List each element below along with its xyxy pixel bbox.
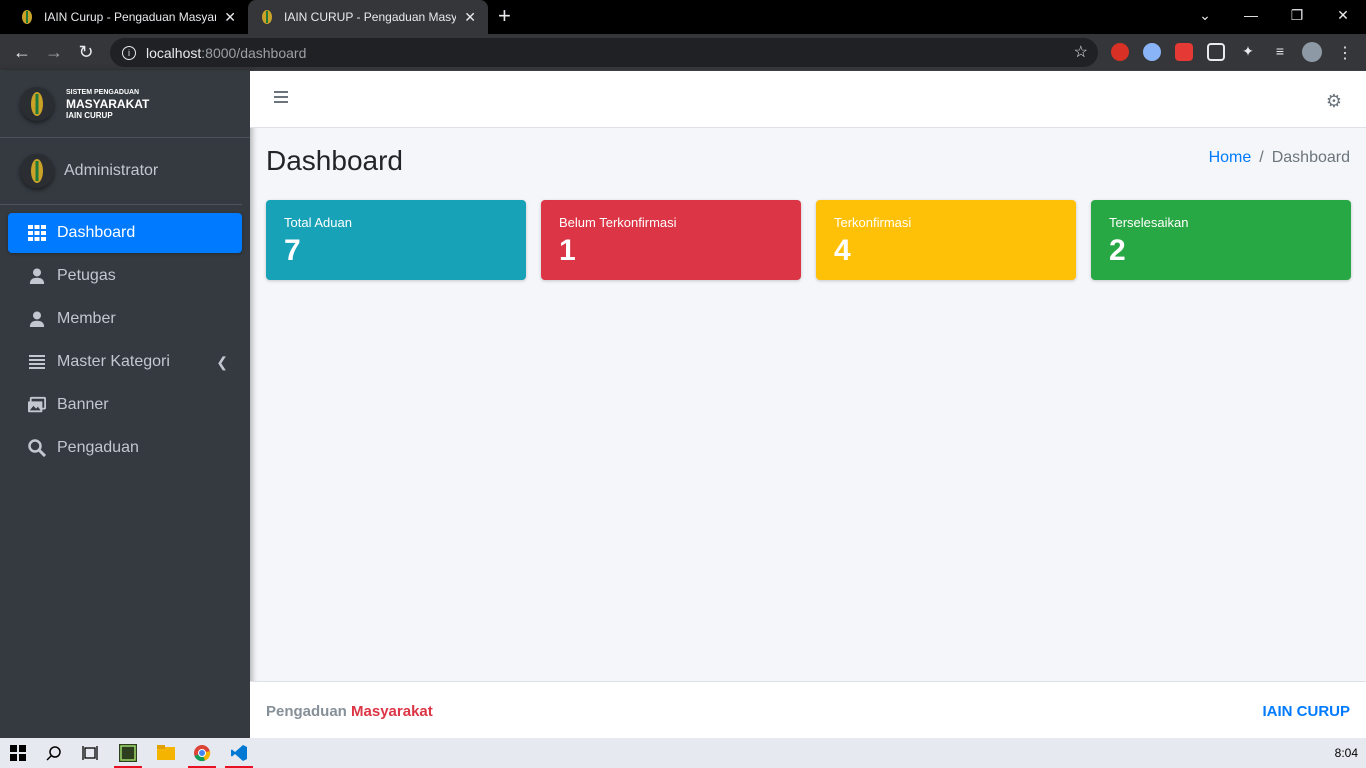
vscode-icon[interactable] [221, 738, 257, 768]
restore-icon[interactable]: ❐ [1274, 0, 1320, 30]
extension-adblock-icon[interactable] [1111, 43, 1129, 61]
card-label: Terkonfirmasi [834, 215, 912, 230]
card-total-aduan[interactable]: Total Aduan 7 [266, 200, 526, 280]
top-navbar: ⚙ [250, 71, 1366, 128]
browser-tab-2[interactable]: IAIN CURUP - Pengaduan Masyar ✕ [248, 0, 488, 34]
extension-video-icon[interactable] [1175, 43, 1193, 61]
sidebar-item-label: Pengaduan [57, 439, 139, 456]
brand-line-1: SISTEM PENGADUAN [66, 88, 140, 96]
sidebar-item-label: Member [57, 310, 116, 327]
brand[interactable]: SISTEM PENGADUAN MASYARAKAT IAIN CURUP [0, 71, 250, 138]
images-icon [28, 396, 46, 414]
gear-icon[interactable]: ⚙ [1326, 91, 1342, 112]
forward-icon[interactable]: → [42, 40, 66, 64]
search-icon [28, 439, 46, 457]
chrome-icon[interactable] [184, 738, 220, 768]
user-icon [28, 310, 46, 328]
brand-line-3: IAIN CURUP [66, 110, 113, 120]
bookmark-star-icon[interactable]: ☆ [1074, 42, 1088, 62]
favicon-icon [20, 9, 34, 25]
url-path: :8000/dashboard [201, 44, 307, 61]
profile-avatar[interactable] [1302, 42, 1322, 62]
brand-line-2: MASYARAKAT [66, 96, 150, 111]
footer-right[interactable]: IAIN CURUP [1262, 703, 1350, 720]
sidebar-item-petugas[interactable]: Petugas [8, 256, 242, 296]
breadcrumb: Home / Dashboard [1209, 149, 1350, 167]
brand-logo [20, 87, 54, 121]
browser-chrome: IAIN Curup - Pengaduan Masyara ✕ IAIN CU… [0, 0, 1366, 71]
tab-title: IAIN CURUP - Pengaduan Masyar [284, 10, 457, 24]
url-host: localhost [146, 44, 202, 61]
extensions-puzzle-icon[interactable]: ✦ [1239, 43, 1257, 61]
sidebar-item-label: Master Kategori [57, 353, 170, 370]
media-control-icon[interactable]: ≡ [1271, 43, 1289, 61]
breadcrumb-separator: / [1259, 149, 1264, 166]
card-value: 7 [284, 234, 301, 267]
user-avatar [20, 154, 54, 188]
file-explorer-icon[interactable] [148, 738, 184, 768]
tab-title: IAIN Curup - Pengaduan Masyara [44, 10, 217, 24]
terminal-app-icon[interactable] [110, 738, 146, 768]
close-tab-icon[interactable]: ✕ [224, 9, 236, 26]
sidebar-item-master-kategori[interactable]: Master Kategori ❮ [8, 342, 242, 382]
card-label: Belum Terkonfirmasi [559, 215, 677, 230]
browser-toolbar: ← → ↻ i localhost:8000/dashboard ☆ ✦ ≡ ⋮ [0, 34, 1366, 71]
clock[interactable]: 8:04 [1335, 746, 1358, 760]
extension-icon[interactable] [1143, 43, 1161, 61]
card-value: 4 [834, 234, 851, 267]
taskbar: 8:04 [0, 738, 1366, 768]
card-terselesaikan[interactable]: Terselesaikan 2 [1091, 200, 1351, 280]
breadcrumb-home-link[interactable]: Home [1209, 149, 1252, 166]
card-label: Total Aduan [284, 215, 352, 230]
card-value: 1 [559, 234, 576, 267]
sidebar-nav: Dashboard Petugas Member Master Kategori… [0, 205, 250, 479]
breadcrumb-current: Dashboard [1271, 149, 1350, 166]
footer-text-a: Pengaduan [266, 703, 347, 720]
list-icon [28, 353, 46, 371]
sidebar-item-banner[interactable]: Banner [8, 385, 242, 425]
new-tab-button[interactable]: + [498, 4, 511, 28]
user-panel: Administrator [0, 138, 242, 205]
stat-cards: Total Aduan 7 Belum Terkonfirmasi 1 Terk… [266, 200, 1366, 280]
back-icon[interactable]: ← [10, 40, 34, 64]
extension-window-icon[interactable] [1207, 43, 1225, 61]
tab-search-icon[interactable]: ⌄ [1182, 0, 1228, 30]
chevron-left-icon[interactable]: ❮ [216, 354, 228, 371]
search-icon[interactable] [36, 738, 72, 768]
user-name[interactable]: Administrator [64, 162, 158, 180]
sidebar-item-label: Dashboard [57, 224, 136, 241]
user-icon [28, 267, 46, 285]
minimize-icon[interactable]: — [1228, 0, 1274, 30]
grid-icon [28, 224, 46, 242]
page-title: Dashboard [266, 145, 403, 176]
sidebar-item-pengaduan[interactable]: Pengaduan [8, 428, 242, 468]
sidebar: SISTEM PENGADUAN MASYARAKAT IAIN CURUP A… [0, 71, 250, 738]
main-content: ⚙ Dashboard Home / Dashboard Total Aduan 7… [250, 71, 1366, 738]
task-view-icon[interactable] [72, 738, 108, 768]
sidebar-item-label: Petugas [57, 267, 116, 284]
sidebar-item-label: Banner [57, 396, 109, 413]
address-bar[interactable]: i localhost:8000/dashboard ☆ [110, 38, 1098, 67]
card-terkonfirmasi[interactable]: Terkonfirmasi 4 [816, 200, 1076, 280]
close-window-icon[interactable]: ✕ [1320, 0, 1366, 30]
hamburger-menu-icon[interactable] [274, 91, 288, 103]
content-header: Dashboard Home / Dashboard [250, 128, 1366, 200]
card-belum-terkonfirmasi[interactable]: Belum Terkonfirmasi 1 [541, 200, 801, 280]
sidebar-item-dashboard[interactable]: Dashboard [8, 213, 242, 253]
browser-tab-1[interactable]: IAIN Curup - Pengaduan Masyara ✕ [8, 0, 248, 34]
footer-left: Pengaduan Masyarakat [266, 703, 433, 720]
card-value: 2 [1109, 234, 1126, 267]
close-tab-icon[interactable]: ✕ [464, 9, 476, 26]
favicon-icon [260, 9, 274, 25]
info-icon[interactable]: i [122, 45, 136, 60]
sidebar-item-member[interactable]: Member [8, 299, 242, 339]
brand-text: SISTEM PENGADUAN MASYARAKAT IAIN CURUP [66, 89, 149, 120]
footer: Pengaduan Masyarakat IAIN CURUP [250, 681, 1366, 738]
card-label: Terselesaikan [1109, 215, 1189, 230]
tab-strip: IAIN Curup - Pengaduan Masyara ✕ IAIN CU… [0, 0, 1366, 34]
windows-start-icon[interactable] [0, 738, 36, 768]
reload-icon[interactable]: ↻ [74, 40, 98, 64]
browser-menu-icon[interactable]: ⋮ [1336, 43, 1354, 62]
footer-text-b: Masyarakat [351, 703, 433, 720]
